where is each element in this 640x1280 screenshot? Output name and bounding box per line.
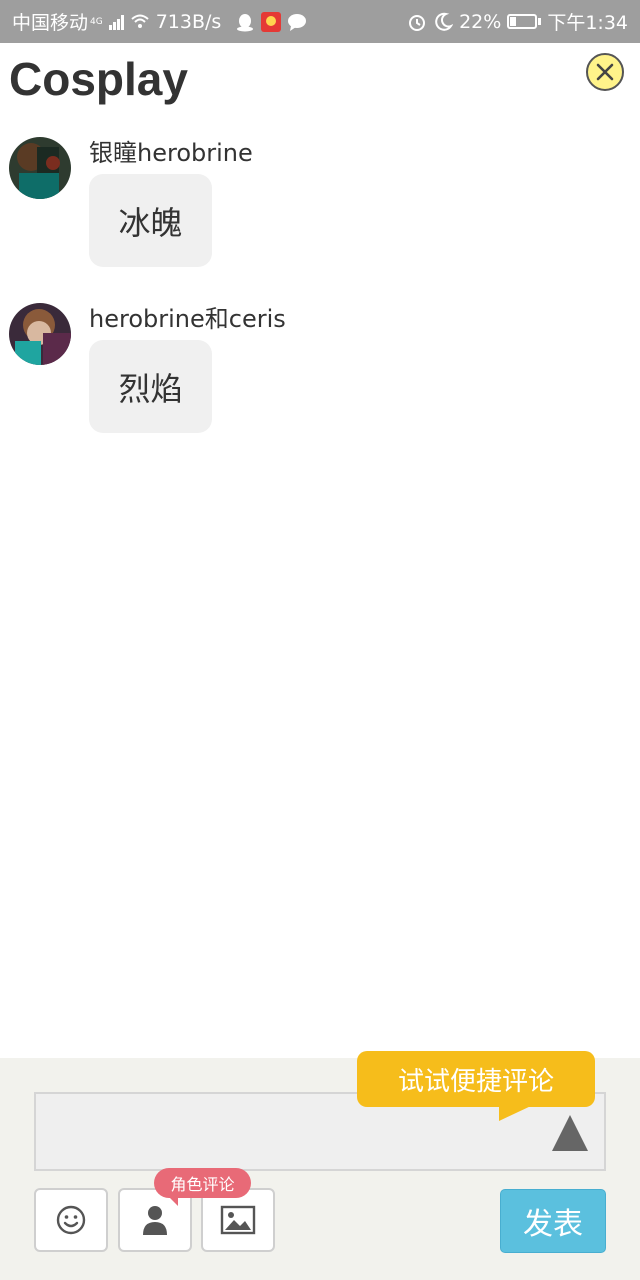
carrier-label: 中国移动 xyxy=(12,12,89,34)
signal-icon xyxy=(108,14,124,30)
wifi-icon xyxy=(131,14,149,28)
emoji-button[interactable] xyxy=(34,1188,108,1252)
role-comment-badge: 角色评论 xyxy=(154,1168,251,1206)
net-speed: 713B/s xyxy=(155,10,222,33)
comment-composer: 试试便捷评论 角色评论 发表 xyxy=(0,1051,640,1280)
alarm-icon xyxy=(409,14,426,31)
network-type: 4G xyxy=(90,16,103,27)
close-button[interactable] xyxy=(586,53,624,91)
avatar[interactable] xyxy=(9,137,71,199)
battery-percent: 22% xyxy=(459,10,502,33)
comment-bubble: 冰魄 xyxy=(89,174,212,267)
moon-icon xyxy=(435,12,454,31)
close-icon xyxy=(596,63,614,81)
page-title: Cosplay xyxy=(9,53,188,105)
publish-button[interactable]: 发表 xyxy=(500,1189,606,1253)
qq-icon xyxy=(237,13,254,31)
comment-bubble: 烈焰 xyxy=(89,340,212,433)
battery-icon xyxy=(507,14,542,29)
triangle-up-icon[interactable] xyxy=(552,1115,588,1151)
quick-comment-tip[interactable]: 试试便捷评论 xyxy=(357,1051,595,1121)
emoji-icon xyxy=(56,1205,86,1235)
app-icon xyxy=(261,11,282,32)
status-bar: 中国移动 4G 713B/s 22% 下午1:34 xyxy=(0,0,640,43)
image-icon xyxy=(220,1205,256,1235)
clock: 下午1:34 xyxy=(547,12,628,34)
comment-username[interactable]: 银瞳herobrine xyxy=(89,133,253,168)
avatar[interactable] xyxy=(9,303,71,365)
person-icon xyxy=(143,1206,167,1235)
chat-icon xyxy=(288,13,307,31)
comment-username[interactable]: herobrine和ceris xyxy=(89,299,286,334)
